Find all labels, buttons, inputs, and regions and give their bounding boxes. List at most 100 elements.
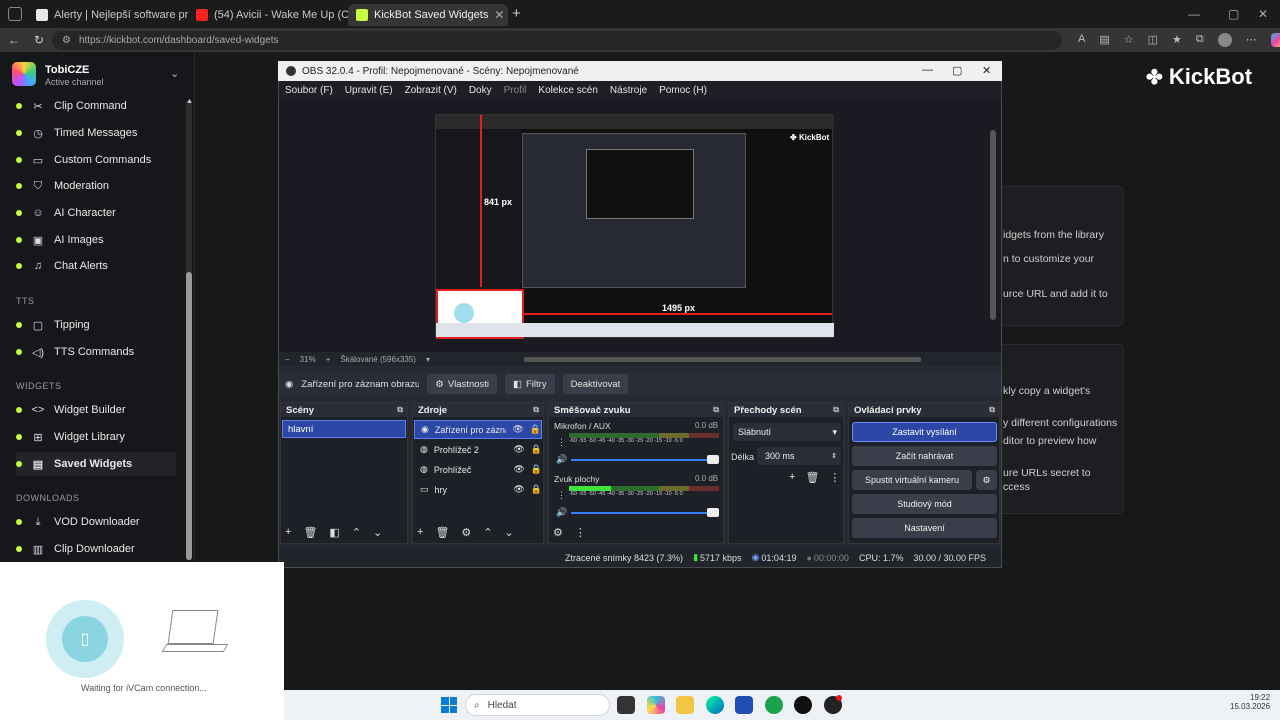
volume-slider[interactable] bbox=[571, 459, 711, 461]
menu-file[interactable]: Soubor (F) bbox=[285, 85, 333, 96]
horizontal-scrollbar[interactable] bbox=[524, 357, 921, 362]
sidebar-item-ai-character[interactable]: ☺ AI Character bbox=[16, 201, 176, 225]
float-dock-icon[interactable]: ⧉ bbox=[833, 405, 839, 415]
plus-icon[interactable]: + bbox=[326, 355, 331, 364]
add-icon[interactable]: + bbox=[789, 471, 795, 484]
filters-button[interactable]: ◧ Filtry bbox=[505, 374, 555, 394]
new-tab-icon[interactable]: + bbox=[512, 5, 521, 22]
eye-icon[interactable]: 👁 bbox=[513, 464, 524, 475]
gear-icon[interactable]: ⚙ bbox=[553, 526, 563, 539]
sidebar-item-clip-downloader[interactable]: ▥ Clip Downloader bbox=[16, 537, 176, 561]
kebab-icon[interactable]: ⋮ bbox=[557, 437, 566, 448]
settings-button[interactable]: Nastavení bbox=[852, 518, 997, 538]
slider-handle[interactable] bbox=[707, 455, 719, 464]
float-dock-icon[interactable]: ⧉ bbox=[533, 405, 539, 415]
transition-select[interactable]: Slábnutí ▾ bbox=[733, 423, 841, 441]
source-item[interactable]: ▭ hry 👁 🔒 bbox=[414, 480, 542, 499]
source-item[interactable]: ◉ Zařízení pro záznam 👁 🔒 bbox=[414, 420, 542, 439]
source-item[interactable]: ◍ Prohlížeč 2 👁 🔒 bbox=[414, 440, 542, 459]
address-bar[interactable]: ⚙ https://kickbot.com/dashboard/saved-wi… bbox=[52, 31, 1062, 50]
split-icon[interactable]: ◫ bbox=[1148, 33, 1158, 47]
source-item[interactable]: ◍ Prohlížeč 👁 🔒 bbox=[414, 460, 542, 479]
properties-button[interactable]: ⚙ Vlastnosti bbox=[427, 374, 498, 394]
maximize-icon[interactable]: ▢ bbox=[952, 64, 962, 77]
close-window-icon[interactable]: ✕ bbox=[1258, 7, 1268, 21]
sidebar-item-moderation[interactable]: ⛉ Moderation bbox=[16, 174, 176, 198]
menu-view[interactable]: Zobrazit (V) bbox=[405, 85, 457, 96]
float-dock-icon[interactable]: ⧉ bbox=[989, 405, 995, 415]
tab-youtube[interactable]: (54) Avicii - Wake Me Up (Offi... ✕ bbox=[188, 4, 348, 26]
menu-help[interactable]: Pomoc (H) bbox=[659, 85, 707, 96]
virtual-camera-settings-icon[interactable]: ⚙ bbox=[976, 470, 997, 490]
volume-icon[interactable]: 🔊 bbox=[556, 454, 567, 465]
kebab-icon[interactable]: ⋮ bbox=[575, 526, 586, 539]
scale-mode[interactable]: Škálované (596x335) bbox=[340, 355, 416, 364]
menu-tools[interactable]: Nástroje bbox=[610, 85, 647, 96]
collections-icon[interactable]: ⧉ bbox=[1196, 33, 1204, 47]
tab-alerty[interactable]: Alerty | Nejlepší software pro vyle... ✕ bbox=[28, 4, 188, 26]
trash-icon[interactable]: 🗑 bbox=[303, 526, 317, 539]
zoom-out-icon[interactable]: − bbox=[285, 355, 290, 364]
translate-icon[interactable]: A bbox=[1078, 33, 1085, 47]
slider-handle[interactable] bbox=[707, 508, 719, 517]
sidebar-item-timed-messages[interactable]: ◷ Timed Messages bbox=[16, 121, 176, 145]
taskbar-search[interactable]: ⌕ Hledat bbox=[465, 694, 610, 716]
float-dock-icon[interactable]: ⧉ bbox=[713, 405, 719, 415]
minimize-icon[interactable]: — bbox=[1188, 7, 1200, 21]
copilot-icon[interactable] bbox=[1270, 33, 1280, 47]
sidebar-item-widget-builder[interactable]: <> Widget Builder bbox=[16, 398, 176, 422]
volume-slider[interactable] bbox=[571, 512, 711, 514]
start-icon[interactable] bbox=[441, 697, 457, 713]
start-recording-button[interactable]: Začít nahrávat bbox=[852, 446, 997, 466]
eye-icon[interactable]: 👁 bbox=[513, 444, 524, 455]
kebab-icon[interactable]: ⋮ bbox=[829, 471, 840, 484]
app-icon[interactable] bbox=[765, 696, 783, 714]
eye-icon[interactable]: 👁 bbox=[512, 424, 523, 435]
down-icon[interactable]: ⌄ bbox=[373, 526, 382, 539]
reader-icon[interactable]: ▤ bbox=[1099, 33, 1109, 47]
sidebar-item-saved-widgets[interactable]: ▤ Saved Widgets bbox=[16, 452, 176, 476]
preview-scrollbar[interactable] bbox=[990, 130, 996, 320]
stepper-icon[interactable]: ⇕ bbox=[831, 452, 837, 460]
virtual-camera-button[interactable]: Spustit virtuální kameru bbox=[852, 470, 972, 490]
store-icon[interactable] bbox=[735, 696, 753, 714]
minimize-icon[interactable]: — bbox=[922, 64, 933, 76]
sidebar-item-clip-command[interactable]: ✂ Clip Command bbox=[16, 94, 176, 118]
scrollbar-thumb[interactable] bbox=[186, 272, 192, 560]
sidebar-item-custom-commands[interactable]: ▭ Custom Commands bbox=[16, 148, 176, 172]
task-view-icon[interactable] bbox=[617, 696, 635, 714]
sidebar-item-tipping[interactable]: ▢ Tipping bbox=[16, 313, 176, 337]
preview-canvas[interactable]: ✤ KickBot 841 px 1495 px bbox=[435, 114, 834, 339]
reload-icon[interactable]: ↻ bbox=[34, 33, 44, 47]
more-icon[interactable]: ⋯ bbox=[1246, 33, 1257, 47]
lock-icon[interactable]: 🔒 bbox=[531, 484, 542, 495]
favorite-star-icon[interactable]: ☆ bbox=[1124, 33, 1134, 47]
gear-icon[interactable]: ⚙ bbox=[461, 526, 471, 539]
obs-taskbar-icon[interactable] bbox=[794, 696, 812, 714]
tab-actions-icon[interactable] bbox=[8, 7, 22, 21]
scroll-up-icon[interactable]: ▲ bbox=[186, 98, 193, 105]
filter-icon[interactable]: ◧ bbox=[329, 526, 339, 539]
tab-kickbot[interactable]: KickBot Saved Widgets ✕ bbox=[348, 4, 508, 26]
up-icon[interactable]: ⌃ bbox=[483, 526, 492, 539]
trash-icon[interactable]: 🗑 bbox=[435, 526, 449, 539]
file-explorer-icon[interactable] bbox=[676, 696, 694, 714]
scene-item[interactable]: hlavní bbox=[282, 420, 406, 438]
back-icon[interactable]: ← bbox=[8, 33, 20, 47]
add-icon[interactable]: + bbox=[285, 526, 291, 539]
sidebar-item-widget-library[interactable]: ⊞ Widget Library bbox=[16, 425, 176, 449]
chevron-down-icon[interactable]: ⌄ bbox=[170, 67, 179, 80]
duration-input[interactable]: 300 ms ⇕ bbox=[757, 447, 841, 465]
deactivate-button[interactable]: Deaktivovat bbox=[562, 374, 629, 394]
kebab-icon[interactable]: ⋮ bbox=[557, 490, 566, 501]
dropdown-icon[interactable]: ▾ bbox=[426, 355, 430, 364]
lock-icon[interactable]: 🔒 bbox=[531, 444, 542, 455]
sidebar-item-chat-alerts[interactable]: ♫ Chat Alerts bbox=[16, 254, 176, 278]
down-icon[interactable]: ⌄ bbox=[505, 526, 514, 539]
site-info-icon[interactable]: ⚙ bbox=[62, 35, 71, 46]
menu-scene-collection[interactable]: Kolekce scén bbox=[538, 85, 597, 96]
close-icon[interactable]: ✕ bbox=[494, 8, 504, 22]
trash-icon[interactable]: 🗑 bbox=[805, 471, 819, 484]
sidebar-item-ai-images[interactable]: ▣ AI Images bbox=[16, 228, 176, 252]
studio-mode-button[interactable]: Studiový mód bbox=[852, 494, 997, 514]
